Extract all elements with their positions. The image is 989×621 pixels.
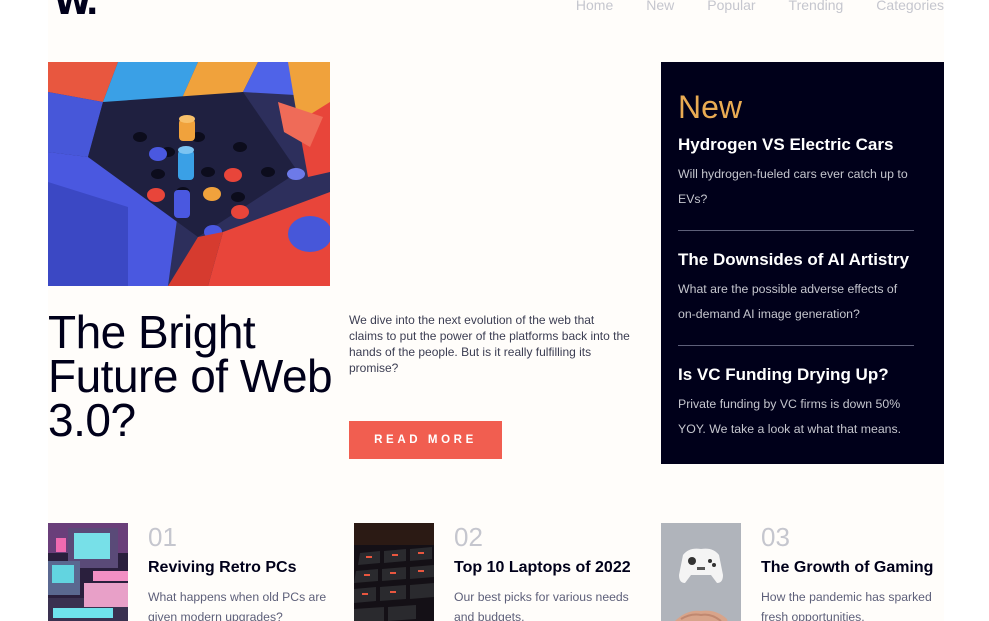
nav-trending[interactable]: Trending <box>789 0 844 13</box>
new-articles-panel: New Hydrogen VS Electric Cars Will hydro… <box>661 62 944 464</box>
new-item-title[interactable]: Is VC Funding Drying Up? <box>678 364 914 386</box>
read-more-button[interactable]: READ MORE <box>349 421 502 459</box>
new-item[interactable]: Is VC Funding Drying Up? Private funding… <box>678 364 914 460</box>
article-card[interactable]: 02 Top 10 Laptops of 2022 Our best picks… <box>354 523 644 621</box>
divider <box>678 230 914 231</box>
article-text: Our best picks for various needs and bud… <box>454 590 629 621</box>
article-title[interactable]: Reviving Retro PCs <box>148 558 296 578</box>
article-thumbnail-laptops <box>354 523 434 621</box>
article-number: 03 <box>761 522 790 552</box>
new-panel-heading: New <box>678 89 743 125</box>
new-item-text: Private funding by VC firms is down 50% … <box>678 397 902 436</box>
article-number: 02 <box>454 522 483 552</box>
new-item-title[interactable]: The Downsides of AI Artistry <box>678 249 914 271</box>
new-item[interactable]: Hydrogen VS Electric Cars Will hydrogen-… <box>678 134 914 230</box>
site-logo[interactable]: W. <box>54 0 99 20</box>
new-item-text: Will hydrogen-fueled cars ever catch up … <box>678 167 908 206</box>
hero-title: The Bright Future of Web 3.0? <box>48 306 333 446</box>
nav-categories[interactable]: Categories <box>876 0 944 13</box>
article-number: 01 <box>148 522 177 552</box>
article-thumbnail-gaming <box>661 523 741 621</box>
new-item-title[interactable]: Hydrogen VS Electric Cars <box>678 134 914 156</box>
nav-new[interactable]: New <box>646 0 674 13</box>
divider <box>678 345 914 346</box>
page-container: W. Home New Popular Trending Categories <box>48 0 944 621</box>
article-text: What happens when old PCs are given mode… <box>148 590 327 621</box>
hero-image <box>48 62 330 286</box>
article-card[interactable]: 01 Reviving Retro PCs What happens when … <box>48 523 338 621</box>
article-text: How the pandemic has sparked fresh oppor… <box>761 590 932 621</box>
nav-popular[interactable]: Popular <box>707 0 755 13</box>
article-thumbnail-retro-pcs <box>48 523 128 621</box>
article-title[interactable]: Top 10 Laptops of 2022 <box>454 558 631 578</box>
main-nav: Home New Popular Trending Categories <box>576 0 944 13</box>
new-item-text: What are the possible adverse effects of… <box>678 282 898 321</box>
new-item[interactable]: The Downsides of AI Artistry What are th… <box>678 249 914 345</box>
article-card[interactable]: 03 The Growth of Gaming How the pandemic… <box>661 523 944 621</box>
hero-description: We dive into the next evolution of the w… <box>349 313 630 375</box>
nav-home[interactable]: Home <box>576 0 613 13</box>
article-title[interactable]: The Growth of Gaming <box>761 558 933 578</box>
